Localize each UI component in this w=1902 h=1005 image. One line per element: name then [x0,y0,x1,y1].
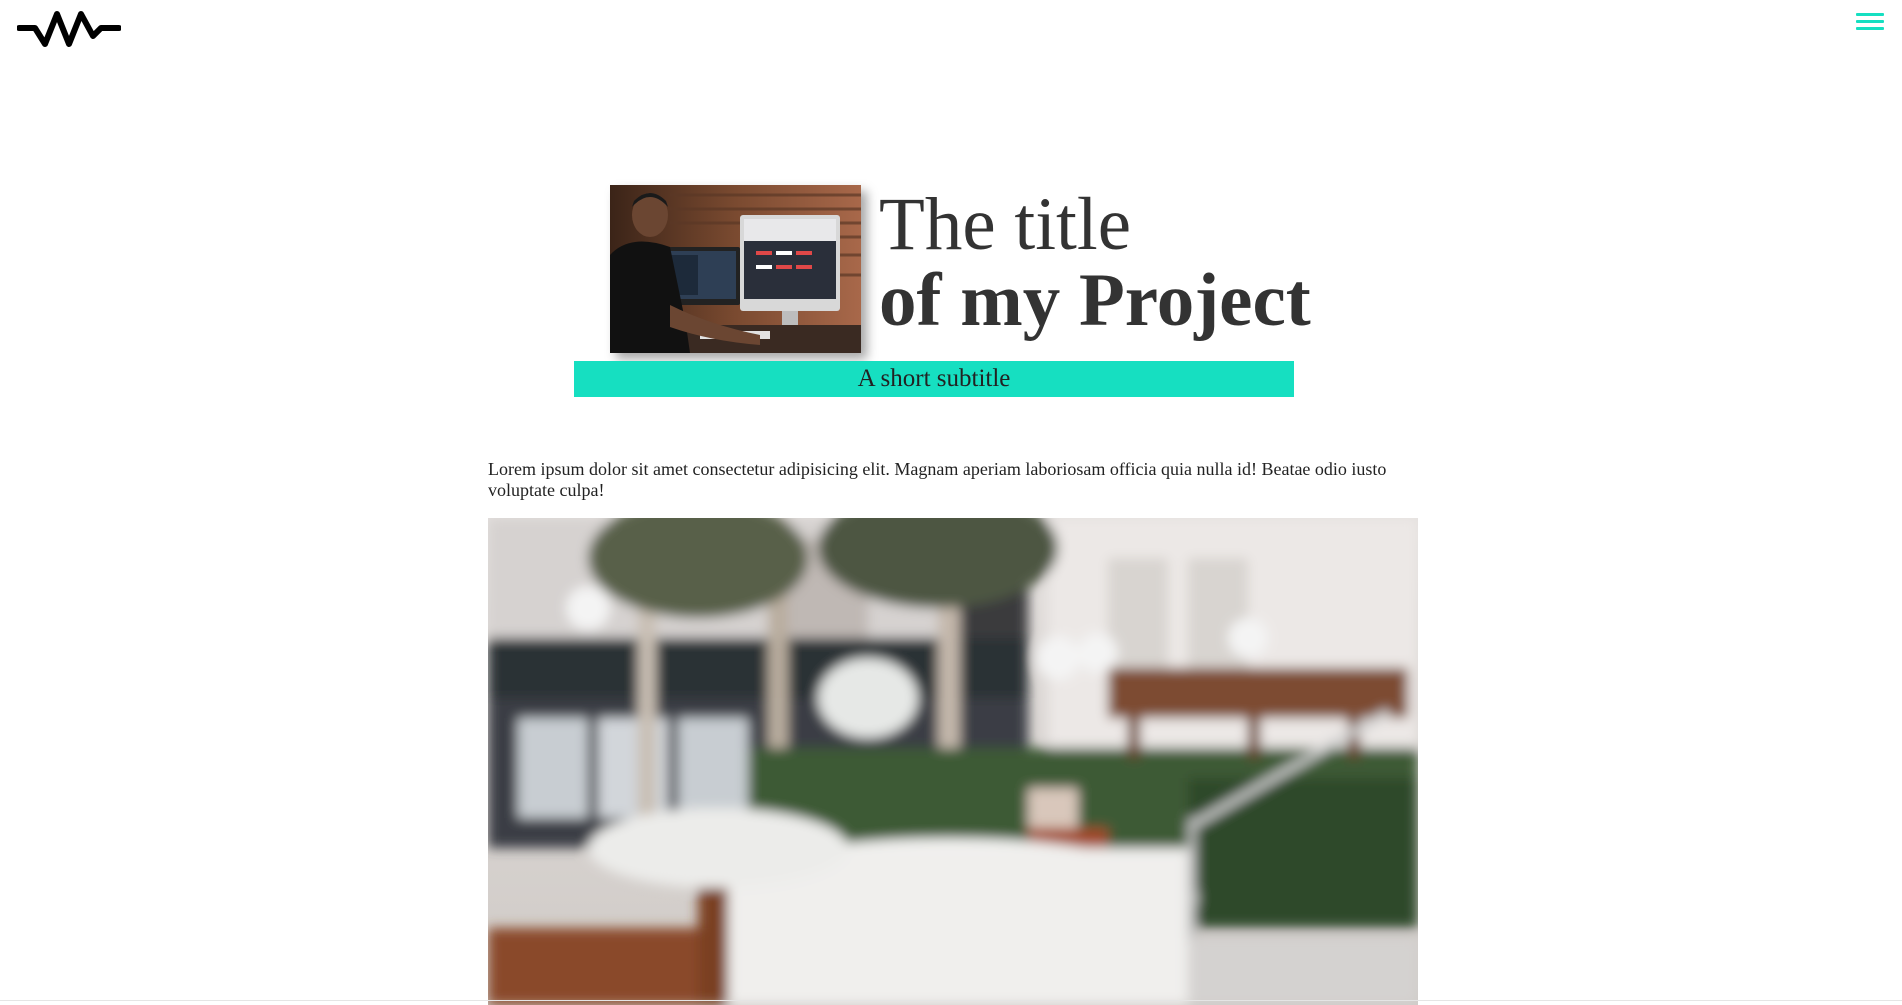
page-divider [0,1000,1902,1001]
zigzag-logo-icon[interactable] [16,6,122,50]
page: The title of my Project A short subtitle… [0,0,1902,1005]
project-thumbnail-image [610,185,861,353]
menu-bar [1856,20,1884,23]
menu-bar [1856,13,1884,16]
intro-paragraph: Lorem ipsum dolor sit amet consectetur a… [488,459,1387,500]
main-project-image [488,518,1418,1005]
hamburger-menu-icon[interactable] [1852,10,1888,34]
project-title-line1: The title [879,183,1131,266]
menu-bar [1856,27,1884,30]
project-title-line2: of my Project [879,259,1311,342]
project-subtitle: A short subtitle [574,361,1294,397]
